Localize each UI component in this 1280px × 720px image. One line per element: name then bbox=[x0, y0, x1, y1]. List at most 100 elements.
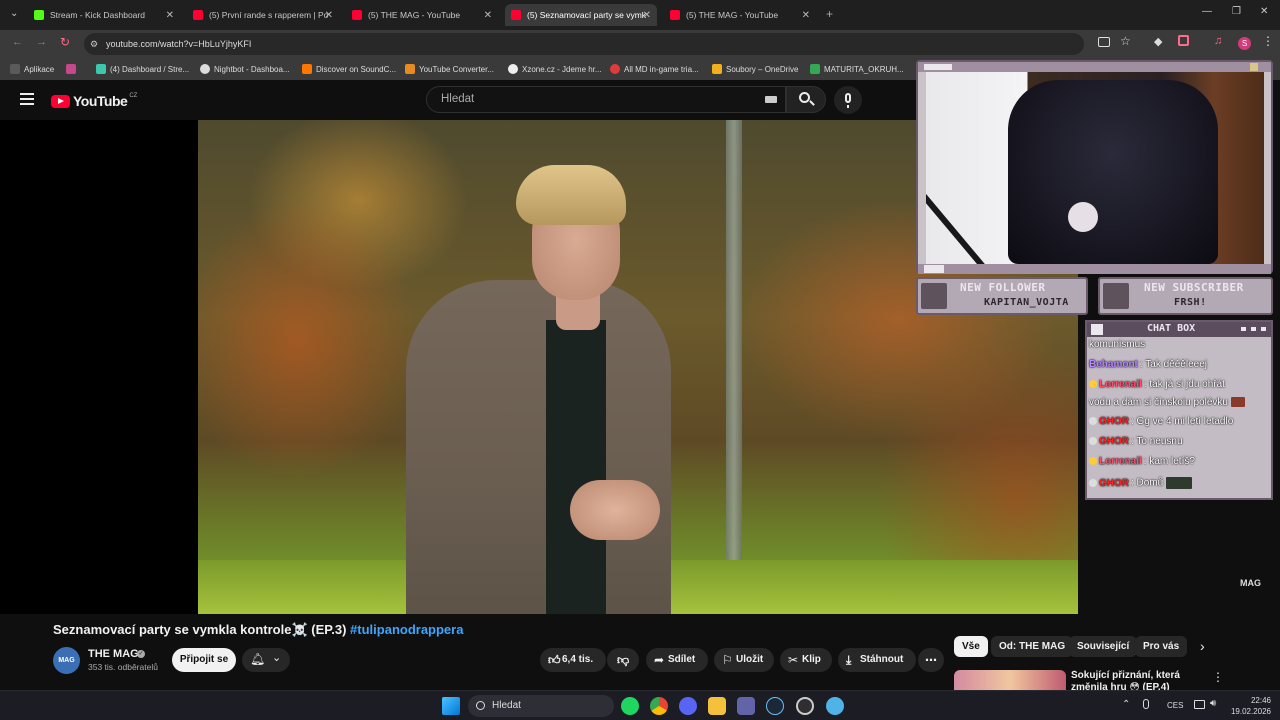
emote-icon bbox=[1230, 397, 1245, 408]
input-language[interactable]: CES bbox=[1167, 701, 1183, 710]
clock[interactable]: 22:46 19.02.2026 bbox=[1229, 695, 1271, 717]
voice-search-button[interactable] bbox=[834, 86, 862, 114]
more-actions-button[interactable]: ⋯ bbox=[918, 648, 944, 672]
spotify-icon[interactable] bbox=[621, 697, 639, 715]
tray-chevron-up-icon[interactable]: ⌃ bbox=[1122, 699, 1130, 710]
tab-kick-dashboard[interactable]: Stream - Kick Dashboard ✕ bbox=[28, 4, 180, 26]
chat-username: Behamont bbox=[1089, 359, 1138, 370]
download-button[interactable]: ⤓ Stáhnout bbox=[838, 648, 916, 672]
channel-name[interactable]: THE MAG bbox=[88, 648, 139, 660]
menu-kebab-icon[interactable]: ⋮ bbox=[1262, 34, 1274, 48]
chat-message: Lorrenail: tak já si jdu ohřát bbox=[1089, 379, 1225, 390]
bookmark-label: All MD in-game tria... bbox=[624, 64, 699, 74]
search-input[interactable]: Hledat bbox=[426, 86, 786, 113]
clip-button[interactable]: ✂ Klip bbox=[780, 648, 832, 672]
badge-icon bbox=[1089, 457, 1097, 466]
close-window-icon[interactable]: ✕ bbox=[1260, 6, 1268, 17]
chevron-down-icon: ⌄ bbox=[272, 652, 282, 664]
bookmark-apps[interactable]: Aplikace bbox=[10, 62, 54, 76]
heart-icon bbox=[921, 283, 947, 309]
bookmark-onedrive[interactable]: Soubory – OneDrive bbox=[712, 62, 798, 76]
tab-list-icon[interactable]: ⌄ bbox=[10, 8, 18, 19]
youtube-logo[interactable]: YouTube CZ bbox=[51, 93, 137, 109]
chat-message: GHOR: To neusnu bbox=[1089, 436, 1183, 447]
dislike-button[interactable]: 👎︎ bbox=[607, 648, 639, 672]
chevron-right-icon[interactable]: › bbox=[1200, 638, 1205, 654]
cast-icon[interactable] bbox=[1098, 37, 1110, 47]
tab-prvni-rande[interactable]: (5) První rande s rapperem | Po ✕ bbox=[187, 4, 339, 26]
close-icon[interactable]: ✕ bbox=[166, 10, 174, 21]
join-button[interactable]: Připojit se bbox=[172, 648, 236, 672]
taskbar-search-placeholder: Hledat bbox=[492, 700, 521, 711]
close-icon[interactable]: ✕ bbox=[643, 10, 651, 21]
file-explorer-icon[interactable] bbox=[708, 697, 726, 715]
new-tab-icon[interactable]: + bbox=[826, 7, 833, 21]
recommended-title[interactable]: Šokující přiznání, která změnila hru 😳 (… bbox=[1071, 670, 1211, 690]
obs-icon[interactable] bbox=[796, 697, 814, 715]
back-icon[interactable]: ← bbox=[12, 36, 23, 48]
hamburger-menu-icon[interactable] bbox=[20, 93, 34, 105]
tab-the-mag-2[interactable]: (5) THE MAG - YouTube ✕ bbox=[664, 4, 816, 26]
chip-all[interactable]: Vše bbox=[954, 636, 988, 657]
volume-icon[interactable]: 🔊︎ bbox=[1210, 698, 1216, 709]
media-icon[interactable]: ♫ bbox=[1214, 35, 1222, 47]
clip-label: Klip bbox=[802, 654, 821, 665]
close-icon[interactable]: ✕ bbox=[802, 10, 810, 21]
reload-icon[interactable]: ↻ bbox=[60, 35, 70, 49]
taskbar-search-input[interactable]: Hledat bbox=[468, 695, 614, 717]
steam-icon[interactable] bbox=[766, 697, 784, 715]
bookmark-maturita[interactable]: MATURITA_OKRUH... bbox=[810, 62, 904, 76]
chat-username: GHOR bbox=[1099, 416, 1129, 427]
share-button[interactable]: ➦ Sdílet bbox=[646, 648, 708, 672]
bookmark-grid[interactable] bbox=[66, 62, 80, 76]
bookmark-md-triangles[interactable]: All MD in-game tria... bbox=[610, 62, 699, 76]
minimize-icon[interactable]: — bbox=[1202, 6, 1212, 17]
search-button[interactable] bbox=[786, 86, 826, 113]
chip-for-you[interactable]: Pro vás bbox=[1135, 636, 1188, 657]
app-icon[interactable] bbox=[826, 697, 844, 715]
webcam-feed bbox=[926, 72, 1264, 264]
forward-icon[interactable]: → bbox=[36, 36, 47, 48]
teams-icon[interactable] bbox=[737, 697, 755, 715]
channel-watermark[interactable]: MAG bbox=[1240, 578, 1261, 588]
microphone-icon[interactable] bbox=[1143, 699, 1149, 709]
bookmark-soundcloud[interactable]: Discover on SoundC... bbox=[302, 62, 396, 76]
notifications-button[interactable]: 🔔︎ ⌄ bbox=[242, 648, 290, 672]
avatar[interactable]: S bbox=[1238, 37, 1251, 50]
close-icon[interactable]: ✕ bbox=[325, 10, 333, 21]
badge-icon bbox=[1089, 479, 1097, 487]
chip-related[interactable]: Související bbox=[1069, 636, 1138, 657]
bookmark-nightbot[interactable]: Nightbot - Dashboa... bbox=[200, 62, 290, 76]
address-input[interactable]: ⚙ youtube.com/watch?v=HbLuYjhyKFI bbox=[84, 33, 1084, 55]
bookmark-star-icon[interactable]: ☆ bbox=[1120, 34, 1131, 48]
chip-from-channel[interactable]: Od: THE MAG bbox=[991, 636, 1074, 657]
chrome-icon[interactable] bbox=[650, 697, 668, 715]
extension-icon[interactable]: ◆ bbox=[1154, 35, 1162, 48]
close-icon[interactable]: ✕ bbox=[484, 10, 492, 21]
tab-seznamovaci-party[interactable]: (5) Seznamovací party se vymk ✕ bbox=[505, 4, 657, 26]
bookmark-dashboard[interactable]: (4) Dashboard / Stre... bbox=[96, 62, 189, 76]
channel-avatar[interactable]: MAG bbox=[53, 647, 80, 674]
bookmark-xzone[interactable]: Xzone.cz - Jdeme hr... bbox=[508, 62, 602, 76]
subscriber-count: 353 tis. odběratelů bbox=[88, 662, 158, 672]
chat-message: GHOR: Domů bbox=[1089, 477, 1194, 489]
badge-icon bbox=[1089, 380, 1097, 389]
keyboard-icon[interactable] bbox=[765, 96, 777, 103]
like-button[interactable]: 👍︎ 6,4 tis. bbox=[540, 648, 606, 672]
download-label: Stáhnout bbox=[860, 654, 904, 665]
bookmark-yt-converter[interactable]: YouTube Converter... bbox=[405, 62, 494, 76]
windows-start-icon[interactable] bbox=[442, 697, 460, 715]
site-info-icon[interactable]: ⚙ bbox=[90, 33, 98, 55]
discord-icon[interactable] bbox=[679, 697, 697, 715]
video-hashtag[interactable]: #tulipanodrappera bbox=[350, 622, 463, 637]
chat-title: CHAT BOX bbox=[1147, 323, 1196, 334]
recommended-thumbnail[interactable] bbox=[954, 670, 1066, 692]
tab-label: (5) THE MAG - YouTube bbox=[686, 10, 779, 20]
tab-the-mag-1[interactable]: (5) THE MAG - YouTube ✕ bbox=[346, 4, 498, 26]
extensions-puzzle-icon[interactable] bbox=[1178, 35, 1189, 46]
recommended-menu-icon[interactable]: ⋮ bbox=[1212, 670, 1224, 684]
save-button[interactable]: ⚐ Uložit bbox=[714, 648, 774, 672]
restore-icon[interactable]: ❐ bbox=[1232, 6, 1241, 17]
chat-text: : To neusnu bbox=[1131, 436, 1183, 447]
network-icon[interactable] bbox=[1194, 700, 1205, 709]
